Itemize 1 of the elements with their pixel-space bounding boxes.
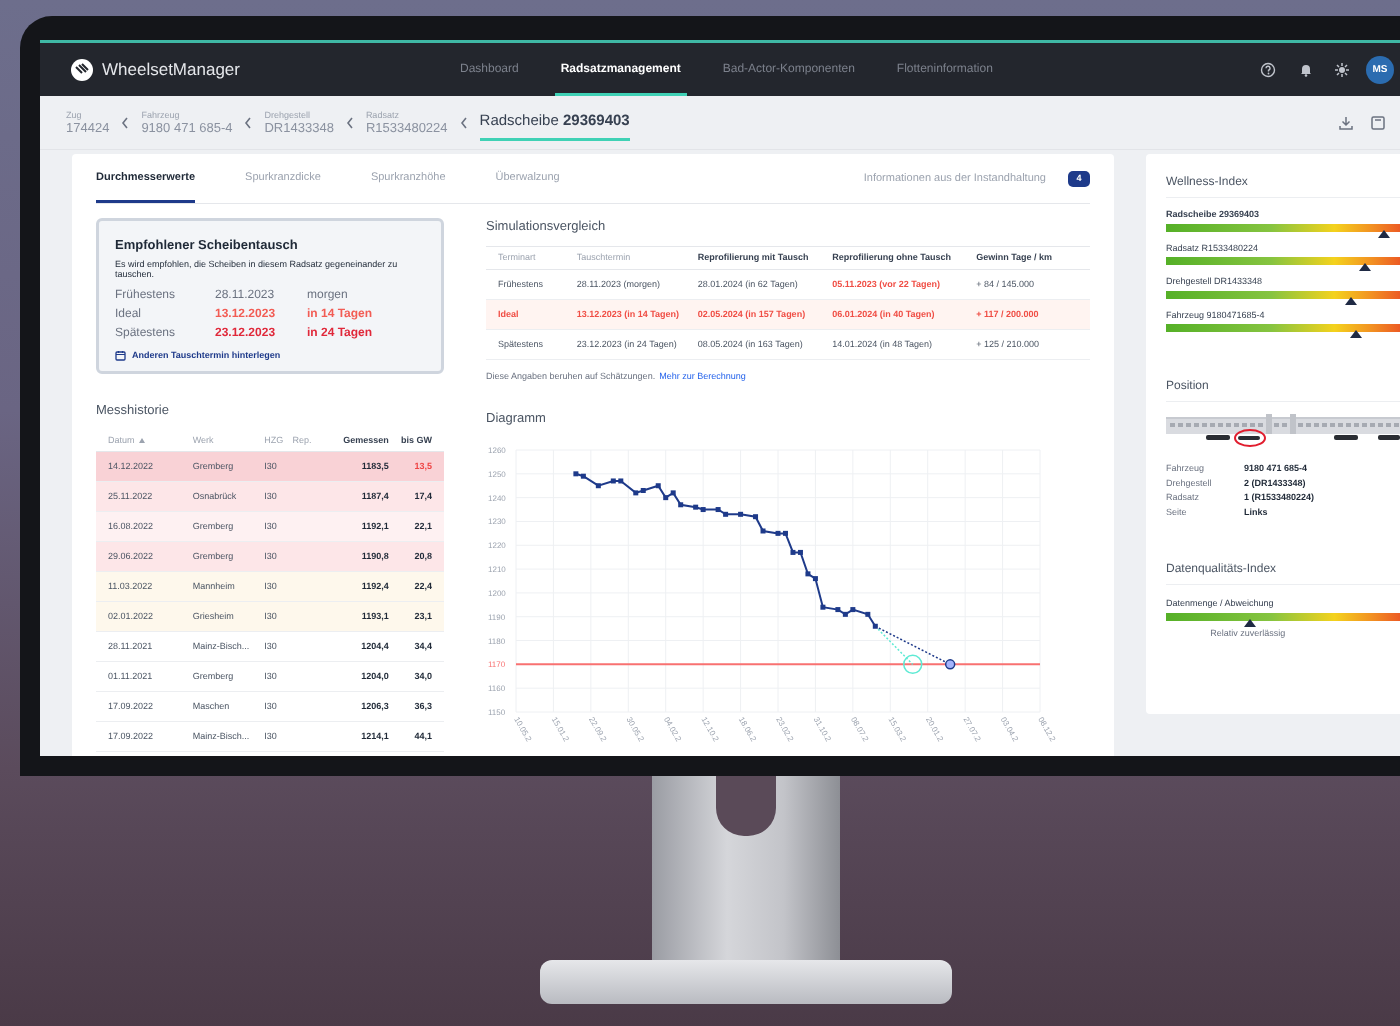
app-name: WheelsetManager <box>102 57 240 83</box>
